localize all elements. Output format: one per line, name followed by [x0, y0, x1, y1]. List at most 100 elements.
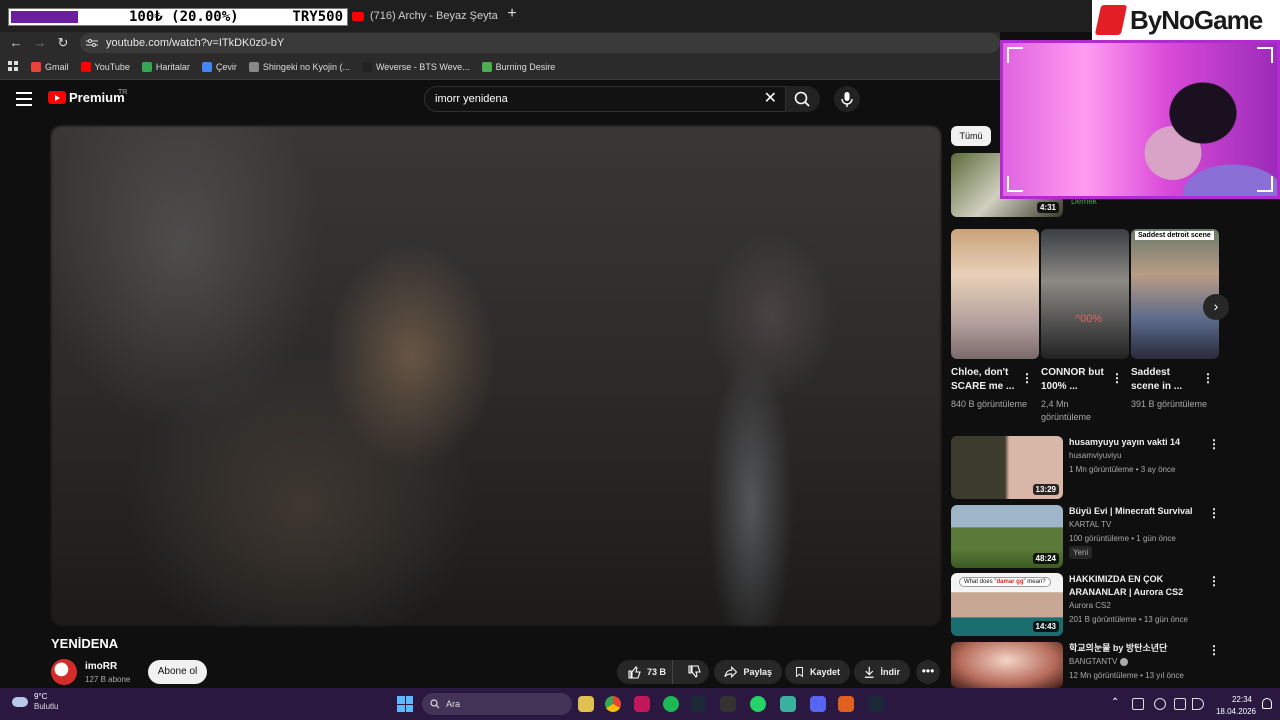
channel-label: BANGTANTV — [1069, 657, 1118, 666]
share-button[interactable]: Paylaş — [714, 660, 782, 684]
bookmark-youtube[interactable]: YouTube — [80, 61, 130, 72]
notification-bell-icon[interactable] — [1262, 698, 1272, 709]
file-explorer-icon[interactable] — [578, 696, 594, 712]
save-label: Kaydet — [809, 667, 840, 677]
recommendation-menu-icon[interactable]: ⋮ — [1208, 507, 1220, 519]
show-hidden-icons-icon[interactable]: ⌃ — [1111, 697, 1119, 708]
recommendation-menu-icon[interactable]: ⋮ — [1208, 438, 1220, 450]
network-icon[interactable] — [1174, 698, 1186, 710]
forward-arrow-icon[interactable]: → — [32, 35, 48, 51]
channel-label: KARTAL TV — [1069, 520, 1112, 529]
youtube-logo[interactable]: Premium — [48, 90, 125, 105]
pinned-app-icon[interactable] — [780, 696, 796, 712]
short-menu-icon[interactable]: ⋮ — [1202, 372, 1214, 384]
microphone-icon[interactable] — [1154, 698, 1166, 710]
recommendation-channel[interactable]: KARTAL TV — [1069, 520, 1111, 529]
clock-date[interactable]: 18.04.2026 — [1212, 707, 1256, 716]
bookmark-shingeki[interactable]: Shingeki no Kyojin (... — [248, 61, 350, 72]
dislike-button[interactable] — [679, 660, 709, 684]
video-title: YENİDENA — [51, 636, 119, 651]
taskbar-search[interactable]: Ara — [422, 693, 572, 715]
bookmarks-bar: Gmail YouTube Haritalar Çevir Shingeki n… — [0, 54, 1000, 80]
discord-icon[interactable] — [810, 696, 826, 712]
short-thumbnail[interactable] — [951, 229, 1039, 359]
channel-label: husamviyuviyu — [1069, 451, 1122, 460]
bookmark-weverse[interactable]: Weverse - BTS Weve... — [361, 61, 470, 72]
bynogame-mark-icon — [1094, 5, 1128, 35]
site-settings-icon[interactable] — [86, 38, 98, 48]
bookmark-burning-desire[interactable]: Burning Desire — [481, 61, 555, 72]
browser-tab-active[interactable]: (716) Archy - Beyaz Şeytan Ft.En — [348, 4, 498, 28]
clock-time[interactable]: 22:34 — [1230, 695, 1252, 704]
like-dislike-group: 73 B — [617, 660, 709, 684]
recommendation-menu-icon[interactable]: ⋮ — [1208, 575, 1220, 587]
short-title[interactable]: Chloe, don't SCARE me ... — [951, 366, 1021, 394]
short-menu-icon[interactable]: ⋮ — [1111, 372, 1123, 384]
search-button[interactable] — [786, 86, 820, 112]
weverse-icon — [361, 61, 372, 72]
bookmark-maps[interactable]: Haritalar — [141, 61, 190, 72]
recommendation-thumbnail[interactable]: What does "damar gg" mean? 14:43 — [951, 573, 1063, 636]
shorts-next-chevron-icon[interactable]: › — [1203, 294, 1229, 320]
donation-progress-fill — [11, 11, 78, 23]
recommendation-title[interactable]: HAKKIMIZDA EN ÇOK ARANANLAR | Aurora CS2 — [1069, 573, 1199, 599]
subscribe-button[interactable]: Abone ol — [148, 660, 207, 684]
spotify-icon[interactable] — [663, 696, 679, 712]
short-views: 391 B görüntüleme — [1131, 399, 1208, 409]
channel-name[interactable]: imoRR — [85, 661, 117, 672]
bookmark-translate[interactable]: Çevir — [201, 61, 237, 72]
short-title[interactable]: CONNOR but 100% ... — [1041, 366, 1111, 394]
short-thumbnail[interactable]: Saddest detroit scene — [1131, 229, 1219, 359]
hamburger-menu-icon[interactable] — [16, 92, 32, 106]
steam-icon[interactable] — [690, 696, 706, 712]
tray-app-icon[interactable] — [1132, 698, 1144, 710]
filter-chip-all[interactable]: Tümü — [951, 126, 991, 146]
recommendation-menu-icon[interactable]: ⋮ — [1208, 644, 1220, 656]
recommendation-channel[interactable]: BANGTANTV — [1069, 657, 1129, 666]
channel-avatar[interactable] — [51, 659, 77, 685]
pinned-app-icon[interactable] — [634, 696, 650, 712]
recommendation-meta: 100 görüntüleme • 1 gün önce — [1069, 534, 1176, 543]
new-tab-icon[interactable]: + — [504, 5, 520, 23]
browser-toolbar: ← → ↻ youtube.com/watch?v=ITkDK0z0-bY — [0, 32, 1000, 54]
download-button[interactable]: İndir — [854, 660, 910, 684]
recommendation-thumbnail[interactable]: 48:24 — [951, 505, 1063, 568]
weather-widget[interactable]: 9°C Bulutlu — [12, 692, 58, 712]
recommendation-thumbnail[interactable]: 13:29 — [951, 436, 1063, 499]
recommendation-title[interactable]: 학교의눈물 by 방탄소년단 — [1069, 642, 1199, 655]
voice-search-button[interactable] — [834, 86, 860, 112]
video-player[interactable] — [51, 126, 941, 626]
monitor-icon — [248, 61, 259, 72]
channel-label: Aurora CS2 — [1069, 601, 1111, 610]
search-input[interactable] — [435, 93, 755, 105]
share-arrow-icon — [724, 665, 738, 679]
weather-condition: Bulutlu — [34, 702, 59, 711]
address-bar[interactable]: youtube.com/watch?v=ITkDK0z0-bY — [80, 33, 1000, 53]
short-menu-icon[interactable]: ⋮ — [1021, 372, 1033, 384]
recommendation-title[interactable]: husamyuyu yayın vakti 14 — [1069, 436, 1199, 449]
steam-icon[interactable] — [868, 696, 884, 712]
more-actions-icon[interactable]: ••• — [916, 660, 940, 684]
recommendation-channel[interactable]: husamviyuviyu — [1069, 451, 1121, 460]
windows-start-icon[interactable] — [397, 696, 413, 712]
clear-search-icon[interactable]: ✕ — [764, 91, 777, 107]
search-box: ✕ — [424, 86, 786, 112]
youtube-favicon-icon — [352, 11, 364, 21]
back-arrow-icon[interactable]: ← — [8, 35, 24, 51]
bookmark-gmail[interactable]: Gmail — [31, 61, 69, 72]
chrome-icon[interactable] — [605, 696, 621, 712]
epic-games-icon[interactable] — [720, 696, 736, 712]
maps-pin-icon — [141, 61, 152, 72]
recommendation-thumbnail[interactable] — [951, 642, 1063, 688]
save-button[interactable]: Kaydet — [785, 660, 850, 684]
apps-grid-icon[interactable] — [8, 61, 19, 72]
short-title[interactable]: Saddest scene in ... — [1131, 366, 1201, 394]
whatsapp-icon[interactable] — [750, 696, 766, 712]
volume-icon[interactable] — [1192, 698, 1204, 710]
like-button[interactable]: 73 B — [617, 660, 674, 684]
reload-icon[interactable]: ↻ — [55, 35, 71, 51]
pinned-app-icon[interactable] — [838, 696, 854, 712]
short-thumbnail[interactable]: ^00% — [1041, 229, 1129, 359]
recommendation-channel[interactable]: Aurora CS2 — [1069, 601, 1111, 610]
recommendation-title[interactable]: Büyü Evi | Minecraft Survival — [1069, 505, 1199, 518]
